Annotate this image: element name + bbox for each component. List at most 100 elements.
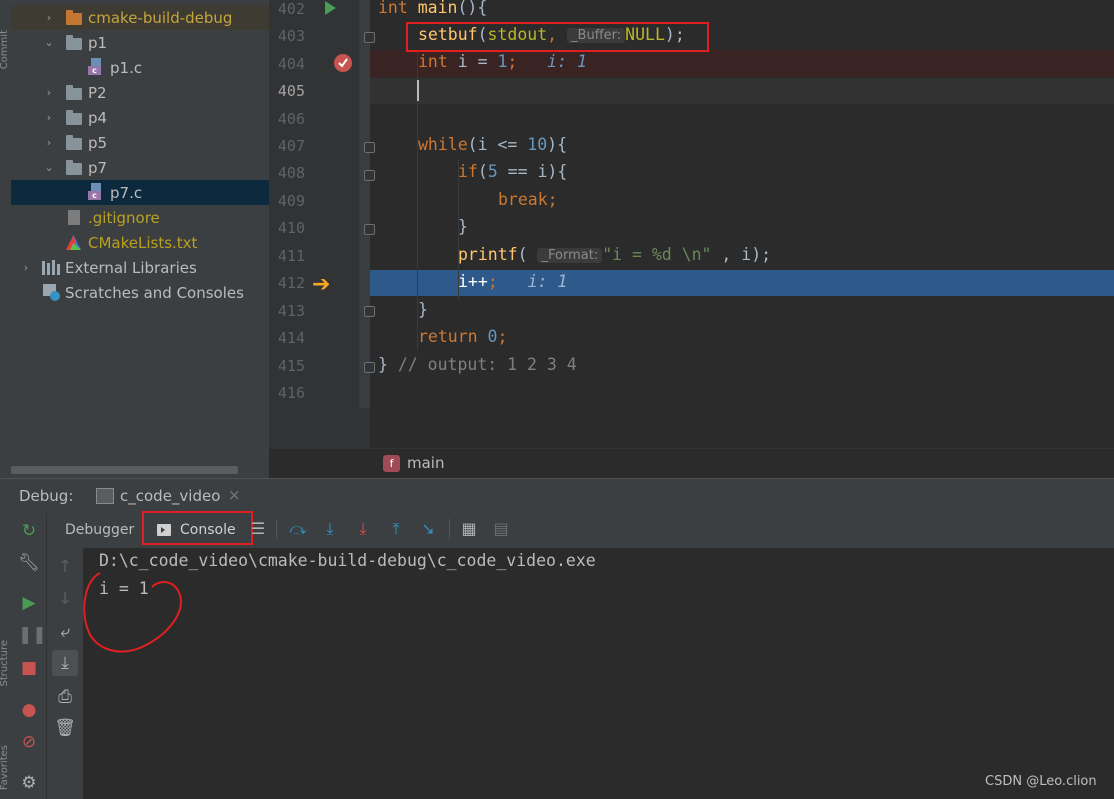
tree-item-cmakelists[interactable]: CMakeLists.txt <box>11 230 269 255</box>
tree-item-label: CMakeLists.txt <box>88 233 198 252</box>
tree-item-label: p7 <box>88 158 108 177</box>
force-step-into-icon[interactable]: ⤓ <box>353 519 373 539</box>
chevron-right-icon[interactable]: › <box>43 111 55 124</box>
toolbar-separator <box>276 519 277 539</box>
line-number: 414 <box>277 329 305 347</box>
print-icon[interactable]: ⎙ <box>54 686 76 708</box>
soft-wrap-icon[interactable]: ⤶ <box>54 621 76 643</box>
scratches-icon <box>43 284 60 301</box>
execution-point-arrow-icon: ➔ <box>312 272 331 297</box>
console-output[interactable] <box>84 548 1114 799</box>
favorites-tool-label[interactable]: Favorites <box>0 745 10 790</box>
folder-icon <box>66 160 82 175</box>
line-number: 402 <box>277 0 305 18</box>
step-into-icon[interactable]: ⤓ <box>320 519 340 539</box>
run-gutter-icon[interactable] <box>325 1 336 15</box>
step-out-icon[interactable]: ⤒ <box>386 519 406 539</box>
annotation-box-console <box>142 511 253 545</box>
code-line-409: break; <box>498 190 558 209</box>
chevron-right-icon[interactable]: › <box>20 261 32 274</box>
tree-item-p5[interactable]: › p5 <box>11 130 269 155</box>
arrow-up-icon[interactable]: ↑ <box>54 556 76 578</box>
tree-item-label: cmake-build-debug <box>88 8 233 27</box>
code-line-414: return 0; <box>418 327 508 346</box>
menu-icon[interactable]: ☰ <box>248 519 268 539</box>
evaluate-expression-icon[interactable]: ▦ <box>459 519 479 539</box>
tree-item-label: p1 <box>88 33 108 52</box>
code-line-402: int main(){ <box>378 0 488 17</box>
tree-item-p1[interactable]: ⌄ p1 <box>11 30 269 55</box>
trash-icon[interactable]: 🗑︎ <box>54 717 76 739</box>
line-number: 408 <box>277 164 305 182</box>
folder-icon <box>66 35 82 50</box>
breakpoint-icon[interactable] <box>334 54 352 72</box>
chevron-right-icon[interactable]: › <box>43 86 55 99</box>
tree-item-p7[interactable]: ⌄ p7 <box>11 155 269 180</box>
line-number: 406 <box>277 110 305 128</box>
tree-horizontal-scrollbar[interactable] <box>11 466 238 474</box>
tree-item-p2[interactable]: › P2 <box>11 80 269 105</box>
folder-orange-icon <box>66 10 82 25</box>
cmake-icon <box>66 235 81 250</box>
line-number: 403 <box>277 27 305 45</box>
tree-item-label: External Libraries <box>65 258 197 277</box>
mute-breakpoints-icon[interactable]: ⊘ <box>18 731 40 753</box>
session-icon <box>96 488 114 504</box>
annotation-box-setbuf <box>406 22 709 52</box>
structure-tool-label[interactable]: Structure <box>0 640 10 687</box>
fold-marker-icon[interactable] <box>364 170 375 181</box>
line-number: 411 <box>277 247 305 265</box>
c-file-icon: c <box>88 58 103 76</box>
view-breakpoints-icon[interactable]: ● <box>18 699 40 721</box>
gitignore-file-icon <box>68 210 80 225</box>
run-to-cursor-icon[interactable]: ↘ <box>418 519 438 539</box>
toolbar-separator <box>449 519 450 539</box>
tree-item-external-libraries[interactable]: › External Libraries <box>11 255 269 280</box>
line-number: 410 <box>277 219 305 237</box>
chevron-right-icon[interactable]: › <box>43 136 55 149</box>
tree-item-gitignore[interactable]: .gitignore <box>11 205 269 230</box>
scroll-to-end-icon[interactable]: ⤓ <box>52 650 78 676</box>
code-line-410: } <box>458 217 468 236</box>
tab-debugger[interactable]: Debugger <box>65 522 134 538</box>
tree-item-p7-c[interactable]: c p7.c <box>11 180 269 205</box>
step-over-icon[interactable]: ⤼ <box>288 519 308 539</box>
parameter-hint: _Format: <box>537 248 603 263</box>
annotation-circle <box>83 572 182 653</box>
gear-icon[interactable]: ⚙ <box>18 772 40 794</box>
commit-tool-label[interactable]: Commit <box>0 30 10 69</box>
tree-item-label: p1.c <box>110 58 143 77</box>
fold-marker-icon[interactable] <box>364 224 375 235</box>
line-number: 407 <box>277 137 305 155</box>
close-icon[interactable]: × <box>228 486 241 504</box>
debug-title: Debug: <box>19 487 74 505</box>
tree-item-label: p4 <box>88 108 108 127</box>
trace-icon[interactable]: ▤ <box>491 519 511 539</box>
tree-item-p1-c[interactable]: c p1.c <box>11 55 269 80</box>
fold-marker-icon[interactable] <box>364 142 375 153</box>
code-line-413: } <box>418 300 428 319</box>
code-line-412: i++; i: 1 <box>458 272 568 291</box>
stop-icon[interactable]: ■ <box>18 657 40 679</box>
tree-item-label: .gitignore <box>88 208 160 227</box>
folder-icon <box>66 85 82 100</box>
tree-item-scratches[interactable]: Scratches and Consoles <box>11 280 269 305</box>
code-line-411: printf( _Format: "i = %d \n" , i); <box>458 245 772 264</box>
tree-item-cmake-build-debug[interactable]: › cmake-build-debug <box>11 5 269 30</box>
tree-item-p4[interactable]: › p4 <box>11 105 269 130</box>
chevron-right-icon[interactable]: › <box>43 11 55 24</box>
chevron-down-icon[interactable]: ⌄ <box>43 161 55 174</box>
wrench-icon[interactable]: 🔧︎ <box>18 552 40 574</box>
fold-marker-icon[interactable] <box>364 362 375 373</box>
arrow-down-icon[interactable]: ↓ <box>54 588 76 610</box>
rerun-icon[interactable]: ↻ <box>18 520 40 542</box>
resume-icon[interactable]: ▶ <box>18 592 40 614</box>
breadcrumb-item-main[interactable]: main <box>407 454 444 472</box>
folder-icon <box>66 135 82 150</box>
fold-marker-icon[interactable] <box>364 32 375 43</box>
pause-icon[interactable]: ❚❚ <box>18 624 47 646</box>
text-caret <box>417 80 419 101</box>
fold-marker-icon[interactable] <box>364 306 375 317</box>
chevron-down-icon[interactable]: ⌄ <box>43 36 55 49</box>
session-tab-label[interactable]: c_code_video <box>120 487 220 505</box>
